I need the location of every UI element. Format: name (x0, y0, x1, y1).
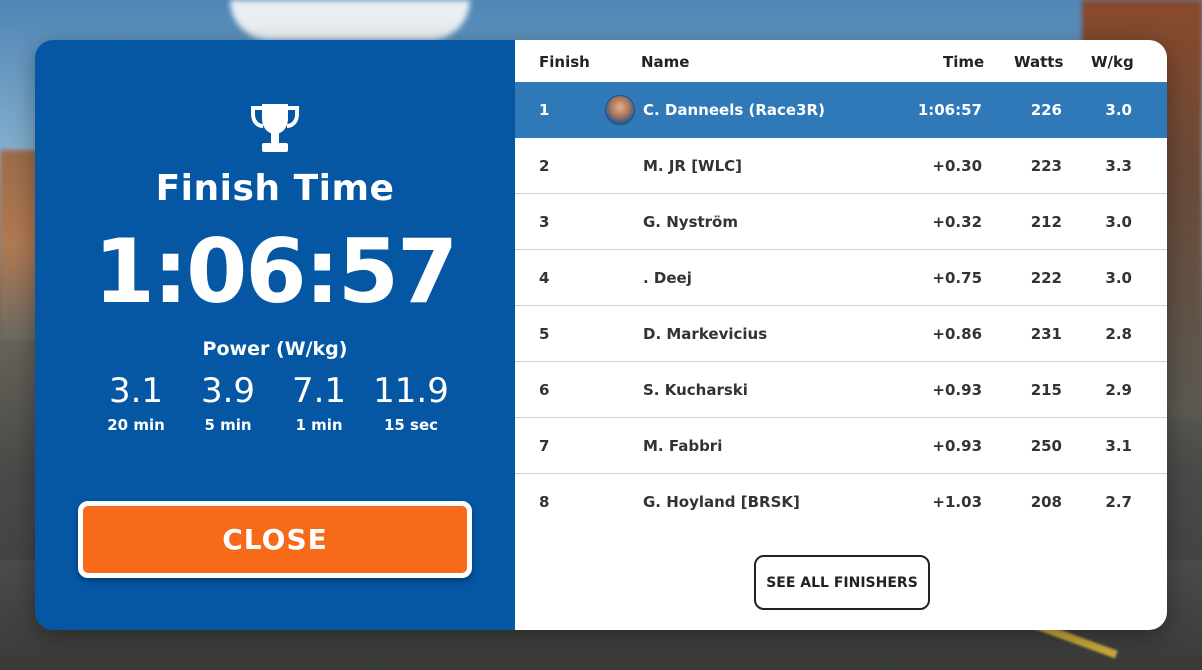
power-label: 15 sec (383, 416, 439, 434)
cell-name: D. Markevicius (643, 325, 768, 343)
table-row[interactable]: 3 G. Nyström +0.32 212 3.0 (515, 194, 1167, 250)
finish-time-title: Finish Time (155, 168, 395, 209)
cell-name: . Deej (643, 269, 692, 287)
finishers-table: Finish Name Time Watts W/kg 1 C. Danneel… (515, 40, 1167, 630)
close-button[interactable]: CLOSE (78, 501, 472, 578)
cell-time: +0.86 (932, 325, 982, 343)
power-label: 1 min (295, 416, 343, 434)
cell-wkg: 3.1 (1105, 437, 1132, 455)
power-stat-20min: 3.1 20 min (86, 370, 186, 434)
results-modal: Finish Time 1:06:57 Power (W/kg) 3.1 20 … (35, 40, 1167, 630)
cell-watts: 215 (1030, 381, 1062, 399)
cell-time: +0.75 (932, 269, 982, 287)
cell-name: G. Nyström (643, 213, 738, 231)
cell-finish: 7 (539, 437, 550, 455)
cell-watts: 231 (1030, 325, 1062, 343)
table-row[interactable]: 5 D. Markevicius +0.86 231 2.8 (515, 306, 1167, 362)
finish-summary-panel: Finish Time 1:06:57 Power (W/kg) 3.1 20 … (35, 40, 515, 630)
cell-wkg: 3.0 (1105, 213, 1132, 231)
cell-finish: 2 (539, 157, 550, 175)
cell-name: G. Hoyland [BRSK] (643, 493, 800, 511)
cell-wkg: 3.0 (1105, 269, 1132, 287)
cell-wkg: 2.7 (1105, 493, 1132, 511)
cell-watts: 223 (1030, 157, 1062, 175)
cell-watts: 212 (1030, 213, 1062, 231)
trophy-icon (251, 104, 299, 152)
background-cloud (230, 0, 470, 40)
avatar (605, 95, 635, 125)
cell-name: M. Fabbri (643, 437, 723, 455)
cell-wkg: 2.9 (1105, 381, 1132, 399)
cell-time: +0.32 (932, 213, 982, 231)
header-wkg[interactable]: W/kg (1091, 53, 1134, 71)
header-name[interactable]: Name (641, 53, 689, 71)
power-value: 3.1 (108, 371, 164, 411)
table-header: Finish Name Time Watts W/kg (515, 40, 1167, 82)
cell-watts: 250 (1030, 437, 1062, 455)
cell-watts: 222 (1030, 269, 1062, 287)
cell-time: 1:06:57 (917, 101, 982, 119)
cell-time: +0.30 (932, 157, 982, 175)
finish-time-value: 1:06:57 (93, 220, 459, 323)
table-row[interactable]: 4 . Deej +0.75 222 3.0 (515, 250, 1167, 306)
cell-watts: 208 (1030, 493, 1062, 511)
cell-time: +0.93 (932, 437, 982, 455)
cell-finish: 5 (539, 325, 550, 343)
cell-finish: 3 (539, 213, 550, 231)
cell-wkg: 3.0 (1105, 101, 1132, 119)
power-label: 5 min (204, 416, 252, 434)
cell-time: +0.93 (932, 381, 982, 399)
cell-finish: 6 (539, 381, 550, 399)
cell-finish: 1 (539, 101, 550, 119)
see-all-finishers-button[interactable]: SEE ALL FINISHERS (754, 555, 930, 610)
cell-finish: 4 (539, 269, 550, 287)
cell-wkg: 2.8 (1105, 325, 1132, 343)
power-stat-15sec: 11.9 15 sec (361, 370, 461, 434)
cell-wkg: 3.3 (1105, 157, 1132, 175)
cell-name: C. Danneels (Race3R) (643, 101, 825, 119)
header-finish[interactable]: Finish (539, 53, 590, 71)
header-watts[interactable]: Watts (1014, 53, 1063, 71)
table-row[interactable]: 8 G. Hoyland [BRSK] +1.03 208 2.7 (515, 474, 1167, 530)
cell-finish: 8 (539, 493, 550, 511)
table-row[interactable]: 2 M. JR [WLC] +0.30 223 3.3 (515, 138, 1167, 194)
cell-time: +1.03 (932, 493, 982, 511)
cell-watts: 226 (1030, 101, 1062, 119)
power-label: 20 min (107, 416, 165, 434)
power-title: Power (W/kg) (202, 338, 348, 360)
cell-name: S. Kucharski (643, 381, 748, 399)
power-value: 7.1 (291, 371, 347, 411)
power-stat-1min: 7.1 1 min (269, 370, 369, 434)
header-time[interactable]: Time (943, 53, 984, 71)
table-row-current-user[interactable]: 1 C. Danneels (Race3R) 1:06:57 226 3.0 (515, 82, 1167, 138)
power-value: 3.9 (200, 371, 256, 411)
cell-name: M. JR [WLC] (643, 157, 743, 175)
table-row[interactable]: 6 S. Kucharski +0.93 215 2.9 (515, 362, 1167, 418)
table-row[interactable]: 7 M. Fabbri +0.93 250 3.1 (515, 418, 1167, 474)
power-value: 11.9 (373, 371, 449, 411)
power-stat-5min: 3.9 5 min (178, 370, 278, 434)
